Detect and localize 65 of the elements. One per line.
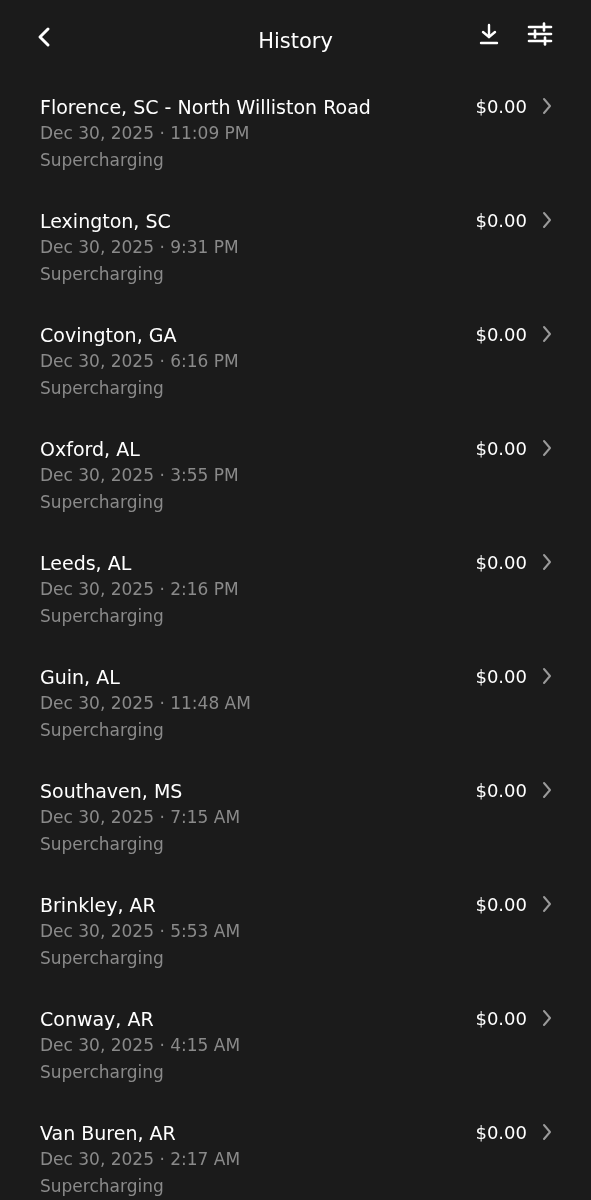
session-datetime: Dec 30, 2025 · 5:53 AM (40, 920, 242, 943)
chevron-right-icon (541, 1123, 553, 1141)
charging-session-item[interactable]: Guin, AL Dec 30, 2025 · 11:48 AM Supercharging $0.00 (0, 652, 591, 766)
session-location: Van Buren, AR (40, 1121, 177, 1146)
session-location: Leeds, AL (40, 551, 133, 576)
session-amount: $0.00 (475, 779, 527, 803)
session-datetime: Dec 30, 2025 · 2:17 AM (40, 1148, 242, 1171)
page-title: History (258, 29, 333, 53)
session-type: Supercharging (40, 149, 165, 172)
session-amount: $0.00 (475, 209, 527, 233)
session-amount: $0.00 (475, 551, 527, 575)
session-type: Supercharging (40, 377, 165, 400)
session-location: Covington, GA (40, 323, 178, 348)
session-datetime: Dec 30, 2025 · 6:16 PM (40, 350, 240, 373)
session-type: Supercharging (40, 491, 165, 514)
session-amount: $0.00 (475, 893, 527, 917)
download-icon (477, 22, 501, 46)
chevron-right-icon (541, 211, 553, 229)
session-datetime: Dec 30, 2025 · 11:48 AM (40, 692, 252, 715)
charging-session-item[interactable]: Florence, SC - North Williston Road Dec 30, 2025 · 11:09 PM Supercharging $0.00 (0, 82, 591, 196)
session-amount: $0.00 (475, 1121, 527, 1145)
charging-session-item[interactable]: Oxford, AL Dec 30, 2025 · 3:55 PM Supercharging $0.00 (0, 424, 591, 538)
session-amount: $0.00 (475, 323, 527, 347)
charging-session-item[interactable]: Brinkley, AR Dec 30, 2025 · 5:53 AM Supercharging $0.00 (0, 880, 591, 994)
charging-session-item[interactable]: Lexington, SC Dec 30, 2025 · 9:31 PM Supercharging $0.00 (0, 196, 591, 310)
chevron-right-icon (541, 895, 553, 913)
session-datetime: Dec 30, 2025 · 2:16 PM (40, 578, 240, 601)
charging-session-item[interactable]: Conway, AR Dec 30, 2025 · 4:15 AM Supercharging $0.00 (0, 994, 591, 1108)
chevron-right-icon (541, 1009, 553, 1027)
chevron-left-icon (36, 26, 52, 48)
chevron-right-icon (541, 781, 553, 799)
charging-session-item[interactable]: Leeds, AL Dec 30, 2025 · 2:16 PM Supercharging $0.00 (0, 538, 591, 652)
session-location: Lexington, SC (40, 209, 172, 234)
chevron-right-icon (541, 439, 553, 457)
session-type: Supercharging (40, 833, 165, 856)
session-type: Supercharging (40, 1175, 165, 1198)
session-location: Oxford, AL (40, 437, 141, 462)
session-amount: $0.00 (475, 665, 527, 689)
session-type: Supercharging (40, 1061, 165, 1084)
session-location: Guin, AL (40, 665, 121, 690)
session-datetime: Dec 30, 2025 · 11:09 PM (40, 122, 251, 145)
session-location: Southaven, MS (40, 779, 184, 804)
sliders-icon (527, 22, 553, 46)
chevron-right-icon (541, 667, 553, 685)
session-location: Brinkley, AR (40, 893, 157, 918)
charging-session-item[interactable]: Van Buren, AR Dec 30, 2025 · 2:17 AM Supercharging $0.00 (0, 1108, 591, 1200)
session-datetime: Dec 30, 2025 · 3:55 PM (40, 464, 240, 487)
session-type: Supercharging (40, 719, 165, 742)
session-type: Supercharging (40, 947, 165, 970)
session-location: Florence, SC - North Williston Road (40, 95, 372, 120)
session-amount: $0.00 (475, 437, 527, 461)
session-type: Supercharging (40, 263, 165, 286)
chevron-right-icon (541, 97, 553, 115)
session-amount: $0.00 (475, 1007, 527, 1031)
filter-button[interactable] (525, 20, 555, 48)
charging-session-item[interactable]: Covington, GA Dec 30, 2025 · 6:16 PM Supercharging $0.00 (0, 310, 591, 424)
session-datetime: Dec 30, 2025 · 9:31 PM (40, 236, 240, 259)
session-datetime: Dec 30, 2025 · 4:15 AM (40, 1034, 242, 1057)
session-datetime: Dec 30, 2025 · 7:15 AM (40, 806, 242, 829)
charging-session-item[interactable]: Southaven, MS Dec 30, 2025 · 7:15 AM Supercharging $0.00 (0, 766, 591, 880)
session-type: Supercharging (40, 605, 165, 628)
session-location: Conway, AR (40, 1007, 155, 1032)
chevron-right-icon (541, 325, 553, 343)
chevron-right-icon (541, 553, 553, 571)
session-amount: $0.00 (475, 95, 527, 119)
